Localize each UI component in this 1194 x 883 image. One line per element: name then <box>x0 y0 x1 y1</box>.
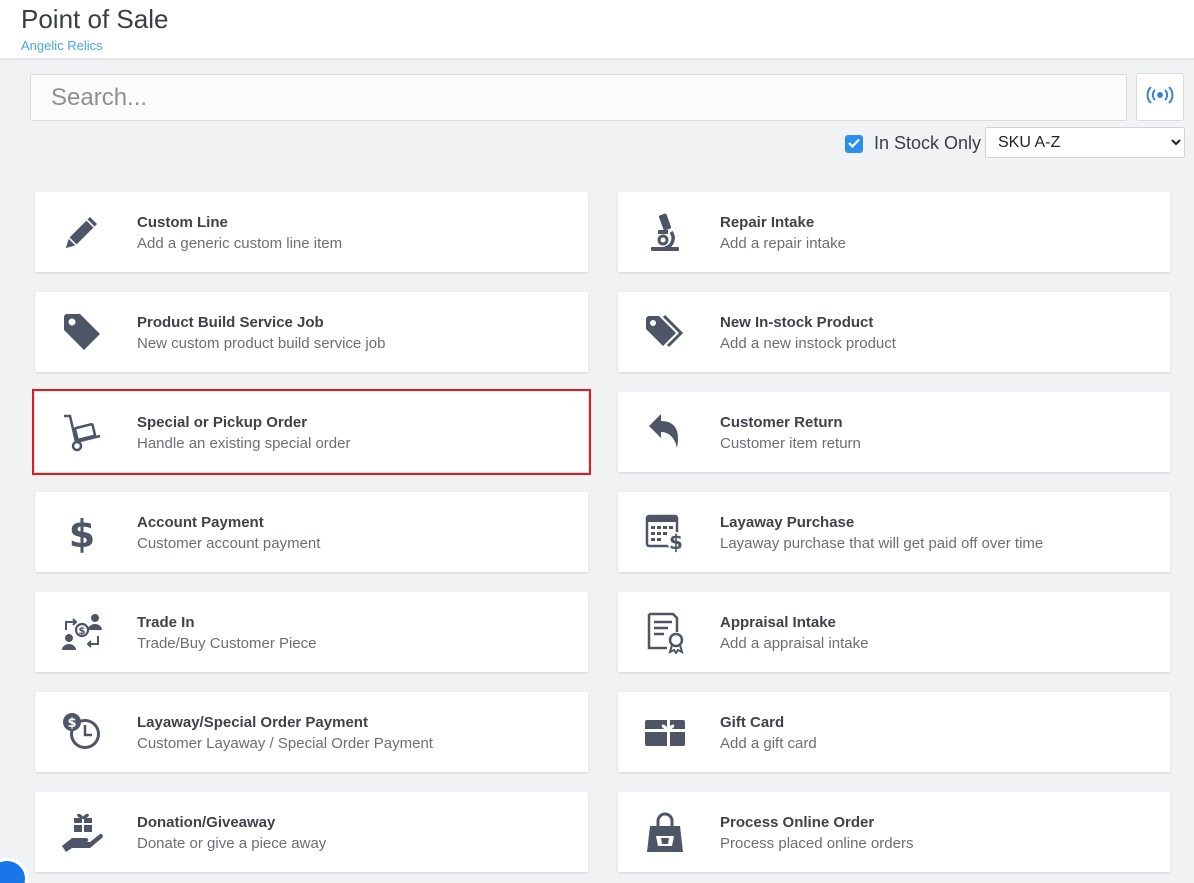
trade-exchange-icon: $ <box>57 608 107 656</box>
action-card-layaway-special-payment[interactable]: $ Layaway/Special Order Payment Customer… <box>35 692 588 772</box>
action-description: Handle an existing special order <box>137 435 351 452</box>
action-title: Custom Line <box>137 214 228 231</box>
hand-gift-icon <box>57 808 107 856</box>
svg-text:$: $ <box>69 512 95 554</box>
certificate-icon <box>640 608 690 656</box>
help-fab-button[interactable] <box>0 858 28 883</box>
action-card-repair-intake[interactable]: Repair Intake Add a repair intake <box>618 192 1170 272</box>
action-title: New In-stock Product <box>720 314 874 331</box>
action-title: Layaway/Special Order Payment <box>137 714 368 731</box>
action-card-account-payment[interactable]: $ Account Payment Customer account payme… <box>35 492 588 572</box>
reply-arrow-icon <box>640 408 690 456</box>
shopping-bag-icon <box>640 808 690 856</box>
action-title: Appraisal Intake <box>720 614 836 631</box>
action-title: Process Online Order <box>720 814 875 831</box>
page-title: Point of Sale <box>21 4 169 34</box>
action-card-gift-card[interactable]: Gift Card Add a gift card <box>618 692 1170 772</box>
action-description: Layaway purchase that will get paid off … <box>720 535 1044 552</box>
action-card-special-pickup-order[interactable]: Special or Pickup Order Handle an existi… <box>32 389 591 475</box>
header-bar: Point of Sale Angelic Relics <box>0 0 1194 59</box>
in-stock-only-label[interactable]: In Stock Only <box>874 133 981 154</box>
action-description: Customer account payment <box>137 535 321 552</box>
action-description: Add a gift card <box>720 735 817 752</box>
svg-text:$: $ <box>79 626 86 637</box>
action-card-appraisal-intake[interactable]: Appraisal Intake Add a appraisal intake <box>618 592 1170 672</box>
action-title: Layaway Purchase <box>720 514 855 531</box>
microscope-icon <box>640 208 690 256</box>
checkmark-icon <box>848 135 860 153</box>
action-title: Product Build Service Job <box>137 314 324 331</box>
in-stock-only-checkbox[interactable] <box>845 135 863 153</box>
gift-card-icon <box>640 708 690 756</box>
scan-button[interactable] <box>1136 73 1184 121</box>
action-card-trade-in[interactable]: $ Trade In Trade/Buy Customer Piece <box>35 592 588 672</box>
store-name-link[interactable]: Angelic Relics <box>21 38 103 53</box>
action-description: Donate or give a piece away <box>137 835 327 852</box>
tags-icon <box>640 308 690 356</box>
broadcast-icon <box>1146 85 1174 110</box>
action-description: Process placed online orders <box>720 835 914 852</box>
action-description: Trade/Buy Customer Piece <box>137 635 317 652</box>
pencil-icon <box>57 208 107 256</box>
action-description: Customer item return <box>720 435 861 452</box>
action-description: Add a repair intake <box>720 235 846 252</box>
action-card-donation-giveaway[interactable]: Donation/Giveaway Donate or give a piece… <box>35 792 588 872</box>
action-title: Customer Return <box>720 414 843 431</box>
action-title: Account Payment <box>137 514 264 531</box>
action-description: Customer Layaway / Special Order Payment <box>137 735 433 752</box>
action-title: Special or Pickup Order <box>137 414 308 431</box>
action-title: Trade In <box>137 614 195 631</box>
action-title: Repair Intake <box>720 214 815 231</box>
action-description: Add a appraisal intake <box>720 635 869 652</box>
action-card-new-instock-product[interactable]: New In-stock Product Add a new instock p… <box>618 292 1170 372</box>
action-description: Add a new instock product <box>720 335 896 352</box>
action-card-product-build[interactable]: Product Build Service Job New custom pro… <box>35 292 588 372</box>
action-card-process-online-order[interactable]: Process Online Order Process placed onli… <box>618 792 1170 872</box>
action-card-customer-return[interactable]: Customer Return Customer item return <box>618 392 1170 472</box>
action-title: Gift Card <box>720 714 785 731</box>
hand-truck-icon <box>57 408 107 456</box>
svg-text:$: $ <box>67 716 76 731</box>
action-card-custom-line[interactable]: Custom Line Add a generic custom line it… <box>35 192 588 272</box>
action-card-layaway-purchase[interactable]: $ Layaway Purchase Layaway purchase that… <box>618 492 1170 572</box>
sort-select[interactable]: SKU A-Z <box>985 127 1185 158</box>
calendar-dollar-icon: $ <box>640 508 690 556</box>
dollar-sign-icon: $ <box>57 508 107 556</box>
tag-icon <box>57 308 107 356</box>
action-title: Donation/Giveaway <box>137 814 276 831</box>
action-description: New custom product build service job <box>137 335 386 352</box>
search-input[interactable] <box>30 74 1127 121</box>
svg-text:$: $ <box>669 530 683 554</box>
action-description: Add a generic custom line item <box>137 235 343 252</box>
clock-dollar-icon: $ <box>57 708 107 756</box>
